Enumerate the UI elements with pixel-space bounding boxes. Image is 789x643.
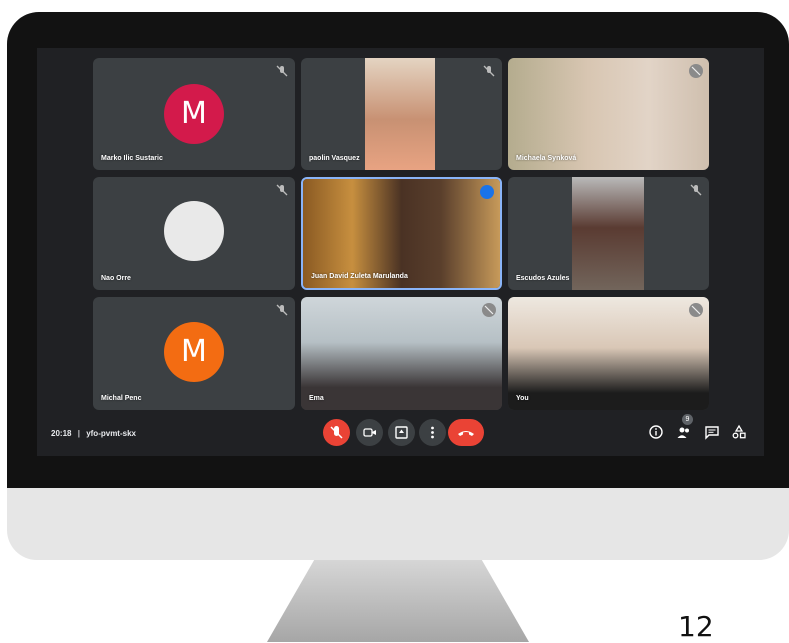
participant-tile[interactable]: paolin Vasquez (301, 58, 502, 170)
participant-name: Michal Penc (101, 395, 142, 402)
avatar: M (164, 322, 224, 382)
meeting-code: yfo-pvmt-skx (86, 429, 136, 438)
chat-icon[interactable] (704, 424, 720, 440)
page-number: 12 (678, 610, 714, 643)
meeting-info: 20:18 | yfo-pvmt-skx (51, 429, 136, 438)
people-icon[interactable] (676, 424, 692, 440)
camera-icon (363, 428, 376, 437)
participant-name: paolin Vasquez (309, 155, 360, 162)
participant-tile[interactable]: Escudos Azules (508, 177, 709, 290)
meeting-time: 20:18 (51, 429, 72, 438)
avatar (164, 201, 224, 261)
mic-off-icon (276, 184, 288, 196)
monitor-chin (7, 488, 789, 560)
participant-video (508, 297, 709, 410)
present-icon (395, 426, 408, 439)
end-call-icon (458, 431, 474, 436)
mic-off-icon (483, 65, 495, 77)
participant-video (301, 297, 502, 410)
activities-icon[interactable] (731, 424, 747, 440)
participant-name: Escudos Azules (516, 275, 570, 282)
participant-video (572, 177, 644, 290)
mic-off-icon (330, 426, 343, 439)
participant-video (508, 58, 709, 170)
avatar: M (164, 84, 224, 144)
participant-tile[interactable]: Michaela Synková (508, 58, 709, 170)
participant-name: Juan David Zuleta Marulanda (311, 273, 408, 280)
participant-name: Ema (309, 395, 324, 402)
participant-video (365, 58, 435, 170)
participant-tile[interactable]: Nao Orre (93, 177, 295, 290)
end-call-button[interactable] (448, 419, 484, 446)
present-button[interactable] (388, 419, 415, 446)
mic-off-icon (690, 184, 702, 196)
video-call-screen: M Marko Ilic Sustaric paolin Vasquez Mic… (37, 48, 764, 456)
mic-off-icon (689, 303, 703, 317)
participant-tile[interactable]: M Michal Penc (93, 297, 295, 410)
meeting-separator: | (77, 429, 80, 438)
people-count-badge: 9 (682, 414, 693, 425)
mic-off-icon (482, 303, 496, 317)
mic-off-icon (689, 64, 703, 78)
monitor-stand (267, 560, 529, 642)
participant-name: You (516, 395, 529, 402)
participant-name: Nao Orre (101, 275, 131, 282)
participant-video (303, 179, 500, 288)
participant-tile[interactable]: Ema (301, 297, 502, 410)
info-icon[interactable] (648, 424, 664, 440)
more-options-button[interactable] (419, 419, 446, 446)
participant-tile-active[interactable]: Juan David Zuleta Marulanda (301, 177, 502, 290)
mic-toggle-button[interactable] (323, 419, 350, 446)
participant-tile[interactable]: You (508, 297, 709, 410)
participant-name: Marko Ilic Sustaric (101, 155, 163, 162)
mic-off-icon (276, 304, 288, 316)
participant-tile[interactable]: M Marko Ilic Sustaric (93, 58, 295, 170)
camera-toggle-button[interactable] (356, 419, 383, 446)
participant-name: Michaela Synková (516, 155, 577, 162)
mic-off-icon (276, 65, 288, 77)
more-icon (431, 426, 434, 439)
speaking-indicator-icon (480, 185, 494, 199)
